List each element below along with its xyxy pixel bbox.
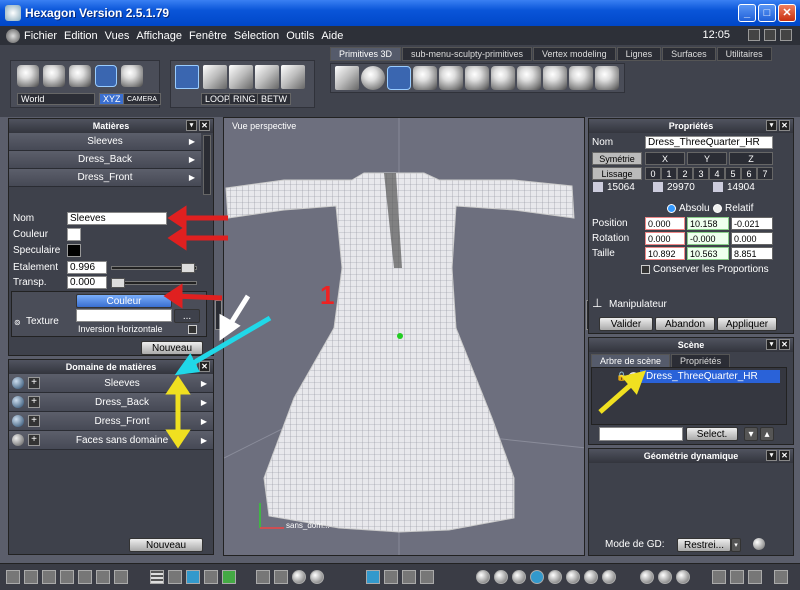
- layout-4-icon[interactable]: [60, 570, 74, 584]
- view-eye-icon[interactable]: [310, 570, 324, 584]
- grid-icon[interactable]: [150, 570, 164, 584]
- layout-7-icon[interactable]: [114, 570, 128, 584]
- shading-texture-icon[interactable]: [566, 570, 580, 584]
- layout-5-icon[interactable]: [78, 570, 92, 584]
- pan-icon[interactable]: [274, 570, 288, 584]
- display-3-icon[interactable]: [676, 570, 690, 584]
- display-2-icon[interactable]: [658, 570, 672, 584]
- misc-4-icon[interactable]: [774, 570, 788, 584]
- shading-light-icon[interactable]: [584, 570, 598, 584]
- misc-1-icon[interactable]: [712, 570, 726, 584]
- shading-wire-icon[interactable]: [476, 570, 490, 584]
- layout-1-icon[interactable]: [6, 570, 20, 584]
- view-grid-icon[interactable]: [186, 570, 200, 584]
- view-grid3-icon[interactable]: [222, 570, 236, 584]
- annotation-arrows: [163, 205, 647, 449]
- shading-smooth-icon[interactable]: [530, 570, 544, 584]
- shading-flat-icon[interactable]: [512, 570, 526, 584]
- move-icon[interactable]: [384, 570, 398, 584]
- display-1-icon[interactable]: [640, 570, 654, 584]
- zoom-icon[interactable]: [292, 570, 306, 584]
- misc-3-icon[interactable]: [748, 570, 762, 584]
- layout-2-icon[interactable]: [24, 570, 38, 584]
- zoom-extents-icon[interactable]: [256, 570, 270, 584]
- shading-ao-icon[interactable]: [602, 570, 616, 584]
- view-grid2-icon[interactable]: [204, 570, 218, 584]
- layout-6-icon[interactable]: [96, 570, 110, 584]
- shading-hidden-icon[interactable]: [494, 570, 508, 584]
- rotate-icon[interactable]: [402, 570, 416, 584]
- snap-icon[interactable]: [168, 570, 182, 584]
- misc-2-icon[interactable]: [730, 570, 744, 584]
- shading-lines-icon[interactable]: [548, 570, 562, 584]
- layout-3-icon[interactable]: [42, 570, 56, 584]
- bottom-toolbar: [0, 563, 800, 590]
- scale-icon[interactable]: [420, 570, 434, 584]
- manipulator-axis-icon[interactable]: [366, 570, 380, 584]
